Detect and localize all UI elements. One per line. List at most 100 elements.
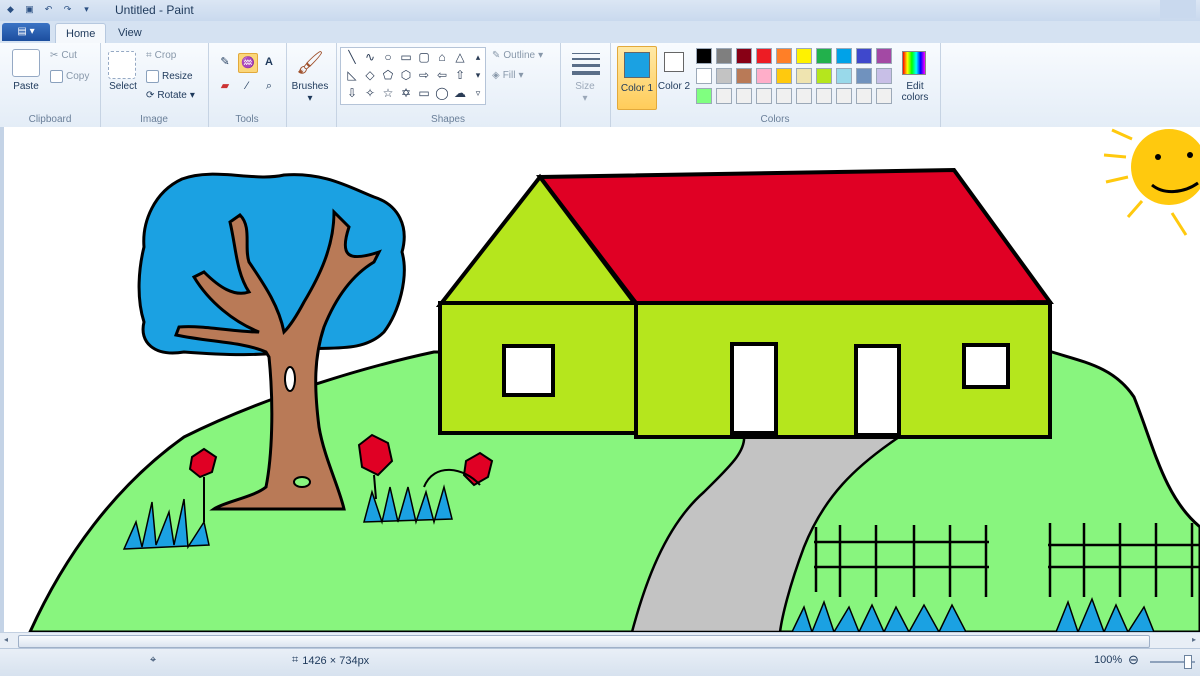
- edit-colors-icon[interactable]: [902, 51, 926, 75]
- pentagon-shape-icon[interactable]: ⬠: [379, 66, 397, 84]
- palette-swatch[interactable]: [696, 88, 712, 104]
- palette-swatch[interactable]: [756, 48, 772, 64]
- palette-swatch[interactable]: [716, 88, 732, 104]
- undo-icon[interactable]: ↶: [42, 3, 55, 16]
- rounded-rect-shape-icon[interactable]: ▢: [415, 48, 433, 66]
- oval-callout-icon[interactable]: ◯: [433, 84, 451, 102]
- palette-swatch[interactable]: [716, 48, 732, 64]
- up-arrow-shape-icon[interactable]: ⇧: [451, 66, 469, 84]
- scroll-right-icon[interactable]: ▸: [1192, 635, 1196, 644]
- color-picker-icon[interactable]: ⁄: [238, 77, 256, 95]
- paint-app-icon[interactable]: ◆: [4, 3, 17, 16]
- rectangle-shape-icon[interactable]: ▭: [397, 48, 415, 66]
- palette-swatch[interactable]: [856, 88, 872, 104]
- palette-swatch[interactable]: [876, 88, 892, 104]
- left-arrow-shape-icon[interactable]: ⇦: [433, 66, 451, 84]
- palette-swatch[interactable]: [836, 48, 852, 64]
- customize-qat-icon[interactable]: ▾: [80, 3, 93, 16]
- palette-swatch[interactable]: [716, 68, 732, 84]
- palette-swatch[interactable]: [816, 48, 832, 64]
- curve-shape-icon[interactable]: ∿: [361, 48, 379, 66]
- palette-swatch[interactable]: [736, 48, 752, 64]
- color2-swatch[interactable]: [664, 52, 684, 72]
- color1-button[interactable]: Color 1: [617, 46, 657, 110]
- brushes-chevron-icon[interactable]: ▾: [286, 93, 334, 104]
- cut-button[interactable]: ✂ Cut: [50, 50, 77, 61]
- palette-swatch[interactable]: [876, 68, 892, 84]
- save-icon[interactable]: ▣: [23, 3, 36, 16]
- crop-button[interactable]: ⌗ Crop: [146, 50, 176, 61]
- triangle-shape-icon[interactable]: △: [451, 48, 469, 66]
- brushes-button-label[interactable]: Brushes: [286, 81, 334, 92]
- polygon-shape-icon[interactable]: ⌂: [433, 48, 451, 66]
- down-arrow-shape-icon[interactable]: ⇩: [343, 84, 361, 102]
- hexagon-shape-icon[interactable]: ⬡: [397, 66, 415, 84]
- paste-icon[interactable]: [12, 49, 40, 77]
- palette-swatch[interactable]: [816, 88, 832, 104]
- size-lines-icon[interactable]: [572, 53, 600, 75]
- horizontal-scroll-thumb[interactable]: [18, 635, 1150, 648]
- brush-icon[interactable]: 🖌: [296, 49, 324, 77]
- palette-swatch[interactable]: [756, 68, 772, 84]
- rounded-callout-icon[interactable]: ▭: [415, 84, 433, 102]
- five-point-star-icon[interactable]: ☆: [379, 84, 397, 102]
- palette-swatch[interactable]: [756, 88, 772, 104]
- resize-button[interactable]: Resize: [146, 70, 193, 83]
- scroll-left-icon[interactable]: ◂: [4, 635, 8, 644]
- edit-colors-label[interactable]: Edit colors: [894, 81, 936, 103]
- minimize-button[interactable]: [1160, 0, 1196, 18]
- gallery-scroll-up-icon[interactable]: ▴: [469, 48, 487, 66]
- eraser-icon[interactable]: ▰: [216, 77, 234, 95]
- horizontal-scrollbar[interactable]: ◂ ▸: [0, 632, 1200, 649]
- rotate-button[interactable]: ⟳ Rotate ▾: [146, 90, 195, 101]
- palette-swatch[interactable]: [876, 48, 892, 64]
- palette-swatch[interactable]: [816, 68, 832, 84]
- magnifier-icon[interactable]: ⌕: [260, 77, 278, 95]
- drawing-canvas[interactable]: [4, 127, 1200, 632]
- palette-swatch[interactable]: [776, 68, 792, 84]
- palette-swatch[interactable]: [856, 68, 872, 84]
- diamond-shape-icon[interactable]: ◇: [361, 66, 379, 84]
- canvas-viewport[interactable]: [0, 127, 1200, 632]
- palette-swatch[interactable]: [776, 48, 792, 64]
- tab-view[interactable]: View: [108, 23, 152, 43]
- palette-swatch[interactable]: [856, 48, 872, 64]
- six-point-star-icon[interactable]: ✡: [397, 84, 415, 102]
- zoom-out-icon[interactable]: ⊖: [1128, 652, 1139, 668]
- right-triangle-shape-icon[interactable]: ◺: [343, 66, 361, 84]
- size-button-label[interactable]: Size: [560, 81, 610, 92]
- palette-swatch[interactable]: [796, 48, 812, 64]
- palette-swatch[interactable]: [736, 88, 752, 104]
- paint-menu-button[interactable]: ▤ ▾: [2, 23, 50, 41]
- fill-bucket-icon[interactable]: ♒: [238, 53, 258, 73]
- color2-label[interactable]: Color 2: [656, 81, 692, 92]
- four-point-star-icon[interactable]: ✧: [361, 84, 379, 102]
- oval-shape-icon[interactable]: ○: [379, 48, 397, 66]
- palette-swatch[interactable]: [696, 68, 712, 84]
- size-chevron-icon[interactable]: ▾: [560, 93, 610, 104]
- line-shape-icon[interactable]: ╲: [343, 48, 361, 66]
- gallery-expand-icon[interactable]: ▿: [469, 84, 487, 102]
- tab-home[interactable]: Home: [55, 23, 107, 44]
- copy-label: Copy: [66, 71, 90, 82]
- zoom-slider-thumb[interactable]: [1184, 655, 1192, 669]
- gallery-scroll-down-icon[interactable]: ▾: [469, 66, 487, 84]
- text-tool-icon[interactable]: A: [260, 53, 278, 71]
- right-arrow-shape-icon[interactable]: ⇨: [415, 66, 433, 84]
- cloud-callout-icon[interactable]: ☁: [451, 84, 469, 102]
- paste-button-label[interactable]: Paste: [6, 81, 46, 92]
- select-button-label[interactable]: Select: [102, 81, 144, 92]
- outline-button[interactable]: ✎ Outline ▾: [492, 50, 543, 61]
- redo-icon[interactable]: ↷: [61, 3, 74, 16]
- palette-swatch[interactable]: [696, 48, 712, 64]
- pencil-icon[interactable]: ✎: [216, 53, 234, 71]
- fill-button[interactable]: ◈ Fill ▾: [492, 70, 524, 81]
- select-icon[interactable]: [108, 51, 136, 79]
- palette-swatch[interactable]: [736, 68, 752, 84]
- palette-swatch[interactable]: [796, 88, 812, 104]
- palette-swatch[interactable]: [836, 68, 852, 84]
- palette-swatch[interactable]: [796, 68, 812, 84]
- copy-button[interactable]: Copy: [50, 70, 89, 83]
- palette-swatch[interactable]: [836, 88, 852, 104]
- palette-swatch[interactable]: [776, 88, 792, 104]
